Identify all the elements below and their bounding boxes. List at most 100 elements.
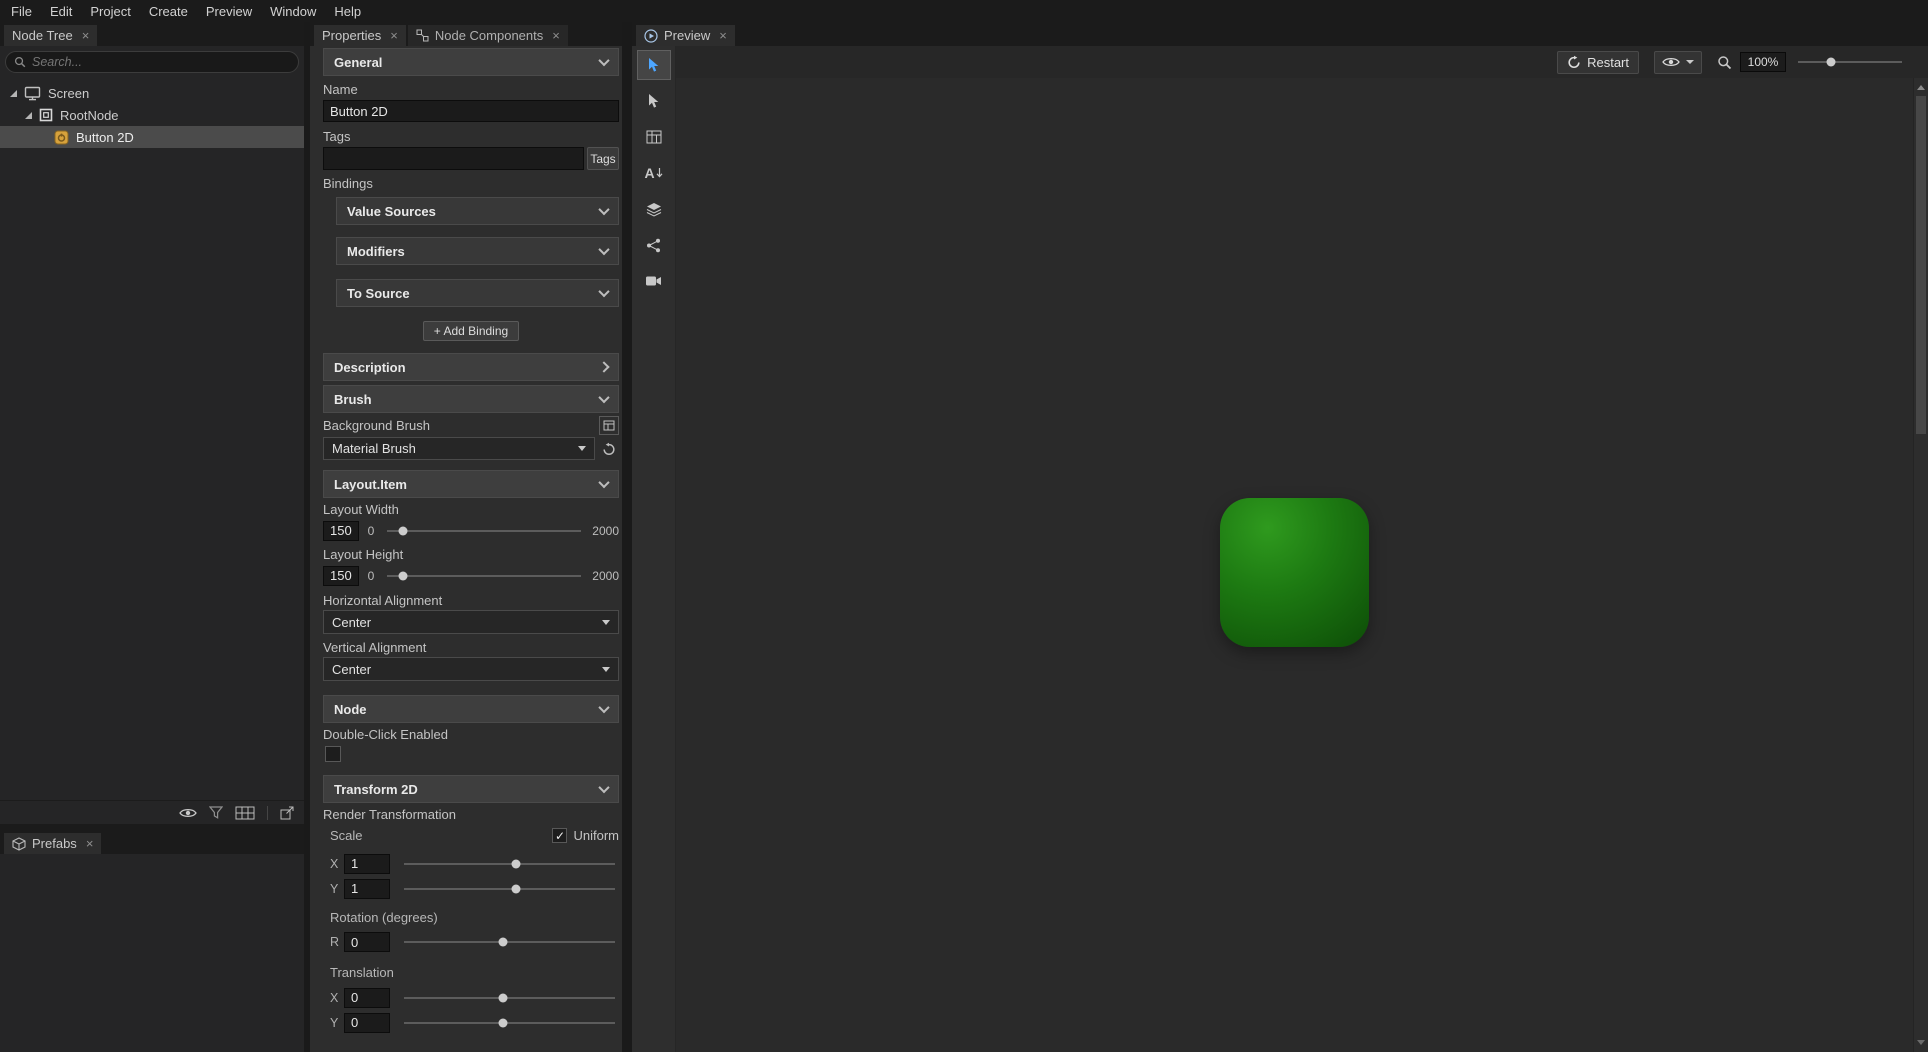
menu-project[interactable]: Project xyxy=(81,0,139,22)
section-description[interactable]: Description xyxy=(323,353,619,381)
close-icon[interactable]: × xyxy=(86,837,94,850)
tab-node-tree[interactable]: Node Tree × xyxy=(4,25,97,46)
scale-x-slider[interactable] xyxy=(404,853,615,874)
restart-button[interactable]: Restart xyxy=(1557,51,1639,74)
tab-prefabs[interactable]: Prefabs × xyxy=(4,833,101,854)
layout-height-slider[interactable] xyxy=(387,565,581,586)
slider-track[interactable] xyxy=(387,575,581,577)
layout-width-input[interactable] xyxy=(323,521,359,541)
close-icon[interactable]: × xyxy=(82,29,90,42)
table-tool-button[interactable] xyxy=(638,123,670,151)
section-transform-2d[interactable]: Transform 2D xyxy=(323,775,619,803)
brush-dropdown[interactable]: Material Brush xyxy=(323,437,595,460)
section-modifiers[interactable]: Modifiers xyxy=(336,237,619,265)
translation-y-slider[interactable] xyxy=(404,1012,615,1033)
rotation-slider[interactable] xyxy=(404,931,615,953)
brush-editor-button[interactable] xyxy=(599,416,619,435)
toolbar-separator xyxy=(267,806,268,820)
menu-edit[interactable]: Edit xyxy=(41,0,81,22)
text-tool-button[interactable]: A xyxy=(638,159,670,187)
layout-width-slider[interactable] xyxy=(387,520,581,541)
scrollbar-thumb[interactable] xyxy=(1916,96,1926,434)
node-connections-tool-button[interactable] xyxy=(638,231,670,259)
preview-vertical-scrollbar[interactable] xyxy=(1913,78,1928,1052)
slider-thumb[interactable] xyxy=(499,938,508,947)
close-icon[interactable]: × xyxy=(719,29,727,42)
scrollbar-up-arrow[interactable] xyxy=(1917,85,1925,90)
section-brush[interactable]: Brush xyxy=(323,385,619,413)
rotation-input[interactable] xyxy=(344,932,390,952)
slider-track[interactable] xyxy=(387,530,581,532)
translation-x-slider[interactable] xyxy=(404,987,615,1008)
close-icon[interactable]: × xyxy=(390,29,398,42)
translation-x-input[interactable] xyxy=(344,988,390,1008)
scale-x-input[interactable] xyxy=(344,854,390,874)
section-value-sources[interactable]: Value Sources xyxy=(336,197,619,225)
close-icon[interactable]: × xyxy=(552,29,560,42)
filter-funnel-icon[interactable] xyxy=(209,806,223,819)
preview-button-2d[interactable] xyxy=(1220,498,1369,647)
tree-item-button2d[interactable]: Button 2D xyxy=(0,126,304,148)
name-input[interactable] xyxy=(323,100,619,122)
menu-preview[interactable]: Preview xyxy=(197,0,261,22)
slider-thumb[interactable] xyxy=(499,993,508,1002)
scrollbar-down-arrow[interactable] xyxy=(1917,1040,1925,1045)
expander-icon[interactable] xyxy=(10,90,17,97)
tags-button[interactable]: Tags xyxy=(587,147,619,170)
slider-thumb[interactable] xyxy=(398,571,407,580)
scale-y-label: Y xyxy=(330,882,344,896)
zoom-level-box[interactable]: 100% xyxy=(1740,52,1786,72)
double-click-checkbox[interactable] xyxy=(325,746,341,762)
menu-file[interactable]: File xyxy=(2,0,41,22)
zoom-magnifier-icon[interactable] xyxy=(1717,55,1732,70)
reset-brush-icon[interactable] xyxy=(599,442,619,456)
section-layout-item[interactable]: Layout.Item xyxy=(323,470,619,498)
zoom-slider[interactable] xyxy=(1798,52,1902,72)
slider-thumb[interactable] xyxy=(511,884,520,893)
scale-y-slider[interactable] xyxy=(404,878,615,899)
interact-cursor-tool-button[interactable] xyxy=(638,51,670,79)
slider-thumb[interactable] xyxy=(1827,58,1836,67)
menu-create[interactable]: Create xyxy=(140,0,197,22)
tags-input[interactable] xyxy=(323,147,584,170)
visibility-options-button[interactable] xyxy=(1654,51,1702,74)
menu-help[interactable]: Help xyxy=(325,0,370,22)
tree-item-screen[interactable]: Screen xyxy=(0,82,304,104)
horizontal-alignment-dropdown[interactable]: Center xyxy=(323,610,619,634)
slider-track[interactable] xyxy=(404,941,615,943)
vertical-alignment-dropdown[interactable]: Center xyxy=(323,657,619,681)
tab-properties[interactable]: Properties × xyxy=(314,25,406,46)
slider-track[interactable] xyxy=(404,997,615,999)
add-binding-row: + Add Binding xyxy=(323,321,619,341)
grid-icon[interactable] xyxy=(235,806,255,820)
expander-icon[interactable] xyxy=(25,112,32,119)
translation-y-input[interactable] xyxy=(344,1013,390,1033)
slider-thumb[interactable] xyxy=(499,1018,508,1027)
scale-y-input[interactable] xyxy=(344,879,390,899)
menu-window[interactable]: Window xyxy=(261,0,325,22)
search-box[interactable] xyxy=(5,51,299,73)
slider-track[interactable] xyxy=(404,1022,615,1024)
layout-height-input[interactable] xyxy=(323,566,359,586)
section-value-sources-title: Value Sources xyxy=(347,204,436,219)
visibility-eye-icon[interactable] xyxy=(179,807,197,819)
add-binding-button[interactable]: + Add Binding xyxy=(423,321,519,341)
tab-node-components[interactable]: Node Components × xyxy=(408,25,568,46)
camera-tool-button[interactable] xyxy=(638,267,670,295)
slider-thumb[interactable] xyxy=(511,859,520,868)
detach-window-icon[interactable] xyxy=(280,806,294,820)
layers-tool-button[interactable] xyxy=(638,195,670,223)
tree-item-rootnode[interactable]: RootNode xyxy=(0,104,304,126)
slider-track[interactable] xyxy=(404,863,615,865)
section-node[interactable]: Node xyxy=(323,695,619,723)
search-input[interactable] xyxy=(32,55,290,69)
preview-canvas[interactable] xyxy=(676,78,1913,1052)
slider-track[interactable] xyxy=(404,888,615,890)
select-pointer-tool-button[interactable] xyxy=(638,87,670,115)
section-to-source[interactable]: To Source xyxy=(336,279,619,307)
slider-track[interactable] xyxy=(1798,61,1902,63)
section-general[interactable]: General xyxy=(323,48,619,76)
slider-thumb[interactable] xyxy=(398,526,407,535)
uniform-checkbox[interactable]: ✓ xyxy=(552,828,567,843)
tab-preview[interactable]: Preview × xyxy=(636,25,735,46)
